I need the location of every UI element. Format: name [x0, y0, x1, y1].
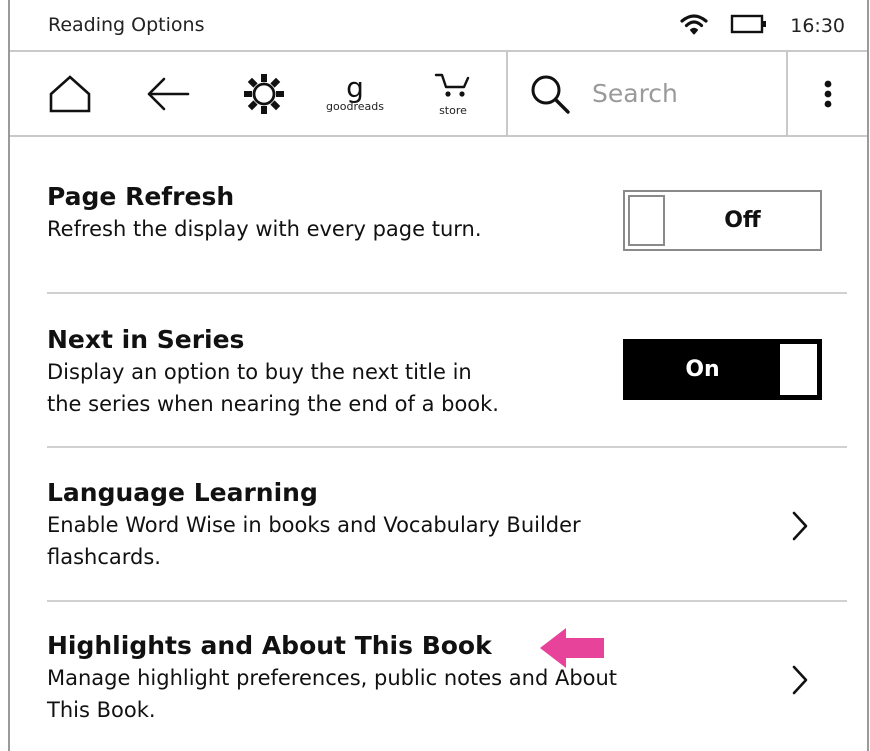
setting-description-line: This Book.: [47, 698, 156, 722]
battery-icon: [730, 13, 768, 39]
status-bar: Reading Options 16:30: [10, 0, 867, 52]
gear-icon[interactable]: [234, 52, 294, 135]
toggle-state-label: On: [685, 357, 720, 382]
more-vertical-icon[interactable]: [788, 52, 867, 135]
toggle-knob: [628, 195, 665, 246]
status-indicators: 16:30: [680, 10, 845, 42]
clock-time: 16:30: [790, 15, 845, 37]
next-in-series-toggle[interactable]: On: [623, 339, 822, 400]
cart-icon: [433, 71, 473, 105]
status-title: Reading Options: [48, 14, 205, 36]
toggle-knob: [780, 344, 817, 395]
setting-description-line: Enable Word Wise in books and Vocabulary…: [47, 513, 581, 537]
page-refresh-toggle[interactable]: Off: [623, 190, 822, 251]
goodreads-icon: g: [346, 70, 364, 104]
setting-description-line: flashcards.: [47, 545, 161, 569]
divider: [47, 446, 847, 448]
setting-title: Highlights and About This Book: [47, 631, 492, 660]
home-icon[interactable]: [40, 52, 100, 135]
setting-language-learning[interactable]: Language Learning Enable Word Wise in bo…: [47, 477, 847, 573]
store-button[interactable]: store: [420, 52, 486, 135]
store-label: store: [439, 103, 467, 117]
device-screen: Reading Options 16:30 g goodreads store …: [8, 0, 869, 751]
wifi-icon: [680, 12, 708, 40]
goodreads-label: goodreads: [326, 99, 384, 113]
toolbar: g goodreads store Search: [10, 52, 867, 137]
search-field[interactable]: Search: [508, 52, 786, 135]
setting-description-line: Manage highlight preferences, public not…: [47, 666, 618, 690]
back-arrow-icon[interactable]: [138, 52, 198, 135]
divider: [47, 292, 847, 294]
chevron-right-icon[interactable]: [785, 660, 815, 700]
search-icon: [528, 72, 572, 116]
search-placeholder: Search: [592, 79, 678, 108]
goodreads-button[interactable]: g goodreads: [310, 52, 400, 135]
setting-highlights-about-book[interactable]: Highlights and About This Book Manage hi…: [47, 630, 847, 726]
divider: [47, 600, 847, 602]
setting-title: Language Learning: [47, 478, 318, 507]
toggle-state-label: Off: [724, 208, 761, 233]
pointer-arrow-icon: [538, 626, 608, 674]
chevron-right-icon[interactable]: [785, 506, 815, 546]
